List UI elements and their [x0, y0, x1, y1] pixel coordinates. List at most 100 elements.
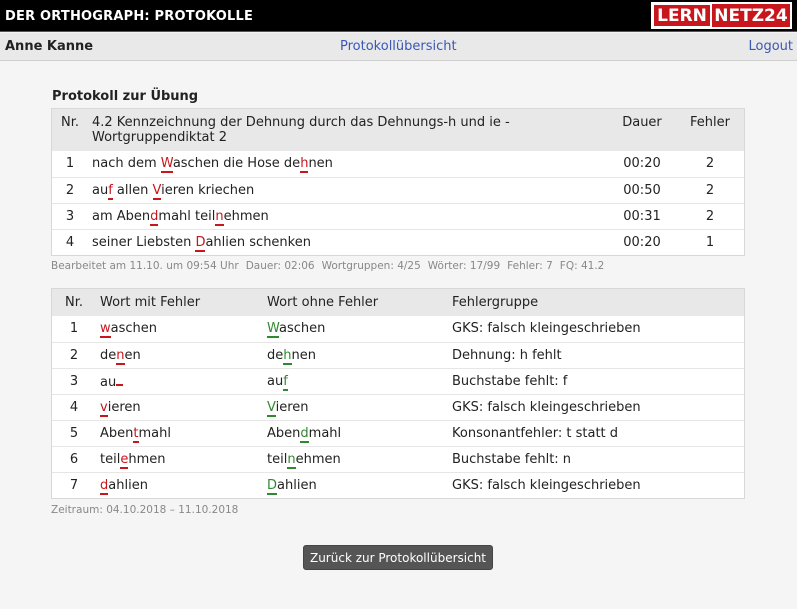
error-table: Nr. Wort mit Fehler Wort ohne Fehler Feh…: [51, 288, 745, 499]
wrong-word: vieren: [100, 400, 141, 417]
row-nr: 1: [65, 156, 75, 171]
wrong-word: denen: [100, 348, 141, 365]
back-to-overview-button[interactable]: Zurück zur Protokollübersicht: [303, 545, 493, 570]
header-errors: Fehler: [690, 115, 730, 130]
word-segment: mahl teil: [158, 209, 216, 224]
wrong-word: au: [100, 374, 124, 390]
meta-item: Fehler: 7: [507, 260, 553, 272]
word-group: nach dem Waschen die Hose dehnen: [92, 156, 552, 173]
logo-text-24: 24: [764, 5, 788, 26]
word-segment: seiner Liebsten: [92, 235, 196, 250]
row-nr: 3: [69, 374, 79, 389]
row-duration: 00:20: [623, 235, 661, 250]
word-group: seiner Liebsten Dahlien schenken: [92, 235, 552, 252]
error-group: GKS: falsch kleingeschrieben: [452, 478, 641, 493]
word-segment: allen: [112, 183, 153, 198]
error-group: Buchstabe fehlt: n: [452, 452, 572, 467]
error-letter: D: [195, 235, 206, 252]
word-group: am Abendmahl teilnehmen: [92, 209, 552, 226]
missing-letter-mark: [116, 374, 124, 386]
error-letter: v: [100, 400, 108, 417]
row-nr: 5: [69, 426, 79, 441]
correct-word: Vieren: [267, 400, 309, 417]
word-segment: ahlien schenken: [205, 235, 311, 250]
corrected-letter: V: [267, 400, 276, 417]
error-letter: V: [152, 183, 162, 200]
word-segment: nen: [308, 156, 333, 171]
row-duration: 00:31: [623, 209, 661, 224]
exercise-meta: Bearbeitet am 11.10. um 09:54 Uhr Dauer: …: [51, 260, 611, 272]
wrong-word: dahlien: [100, 478, 148, 495]
word-segment: de: [100, 348, 117, 363]
header-correct-word: Wort ohne Fehler: [267, 295, 379, 310]
row-nr: 3: [65, 209, 75, 224]
error-group: Konsonantfehler: t statt d: [452, 426, 619, 441]
period-meta: Zeitraum: 04.10.2018 – 11.10.2018: [51, 504, 239, 516]
section-title: Protokoll zur Übung: [52, 89, 199, 104]
corrected-letter: h: [283, 348, 292, 365]
word-segment: ahlien: [277, 478, 317, 493]
row-duration: 00:20: [623, 156, 661, 171]
corrected-letter: W: [267, 321, 280, 338]
error-group: GKS: falsch kleingeschrieben: [452, 321, 641, 336]
error-group: GKS: falsch kleingeschrieben: [452, 400, 641, 415]
word-segment: Aben: [100, 426, 134, 441]
word-segment: aschen: [279, 321, 326, 336]
row-nr: 6: [69, 452, 79, 467]
word-segment: mahl: [138, 426, 171, 441]
word-segment: ehmen: [223, 209, 269, 224]
table-row: 3 am Abendmahl teilnehmen 00:31 2: [52, 203, 744, 229]
table-row: 1 waschen Waschen GKS: falsch kleingeschrie…: [52, 316, 744, 342]
error-group: Dehnung: h fehlt: [452, 348, 562, 363]
table-row: 2 denen dehnen Dehnung: h fehlt: [52, 342, 744, 368]
nav-bar: Anne Kanne Protokollübersicht Logout: [0, 33, 797, 61]
word-segment: ieren: [275, 400, 309, 415]
word-segment: nach dem: [92, 156, 161, 171]
row-nr: 2: [65, 183, 75, 198]
table-row: 3 au auf Buchstabe fehlt: f: [52, 368, 744, 394]
word-segment: am Aben: [92, 209, 151, 224]
table-row: 4 seiner Liebsten Dahlien schenken 00:20 1: [52, 229, 744, 255]
row-nr: 7: [69, 478, 79, 493]
correct-word: dehnen: [267, 348, 316, 365]
table-row: 6 teilehmen teilnehmen Buchstabe fehlt: n: [52, 446, 744, 472]
table-row: 4 vieren Vieren GKS: falsch kleingeschriebe…: [52, 394, 744, 420]
row-nr: 2: [69, 348, 79, 363]
wrong-word: teilehmen: [100, 452, 166, 469]
error-table-header: Nr. Wort mit Fehler Wort ohne Fehler Feh…: [52, 289, 744, 316]
logo-part-netz: NETZ 24: [712, 4, 790, 27]
word-segment: nen: [291, 348, 316, 363]
table-row: 7 dahlien Dahlien GKS: falsch kleingeschrie…: [52, 472, 744, 498]
correct-word: teilnehmen: [267, 452, 341, 469]
table-row: 5 Abentmahl Abendmahl Konsonantfehler: t st…: [52, 420, 744, 446]
word-segment: mahl: [308, 426, 342, 441]
corrected-letter: f: [283, 374, 288, 391]
logo-text-netz: NETZ: [714, 5, 765, 26]
error-letter: n: [215, 209, 224, 226]
row-nr: 4: [69, 400, 79, 415]
lernnetz24-logo[interactable]: LERN NETZ 24: [651, 2, 792, 29]
correct-word: Abendmahl: [267, 426, 342, 443]
word-segment: aschen die Hose de: [172, 156, 301, 171]
header-duration: Dauer: [622, 115, 662, 130]
protokolluebersicht-link[interactable]: Protokollübersicht: [340, 39, 457, 54]
logout-link[interactable]: Logout: [748, 39, 793, 54]
meta-item: Bearbeitet am 11.10. um 09:54 Uhr: [51, 260, 239, 272]
word-segment: au: [267, 374, 284, 389]
header-error-group: Fehlergruppe: [452, 295, 539, 310]
app-title: DER ORTHOGRAPH: PROTOKOLLE: [5, 9, 254, 24]
word-segment: hmen: [128, 452, 166, 467]
wrong-word: waschen: [100, 321, 157, 338]
table-row: 1 nach dem Waschen die Hose dehnen 00:20 2: [52, 151, 744, 177]
meta-item: Wortgruppen: 4/25: [321, 260, 421, 272]
word-segment: ehmen: [295, 452, 341, 467]
word-segment: ieren kriechen: [161, 183, 255, 198]
row-nr: 1: [69, 321, 79, 336]
error-letter: W: [160, 156, 173, 173]
exercise-table-header: Nr. 4.2 Kennzeichnung der Dehnung durch …: [52, 109, 744, 151]
correct-word: Dahlien: [267, 478, 317, 495]
wrong-word: Abentmahl: [100, 426, 171, 443]
row-errors: 2: [705, 156, 715, 171]
corrected-letter: d: [300, 426, 309, 443]
correct-word: Waschen: [267, 321, 326, 338]
